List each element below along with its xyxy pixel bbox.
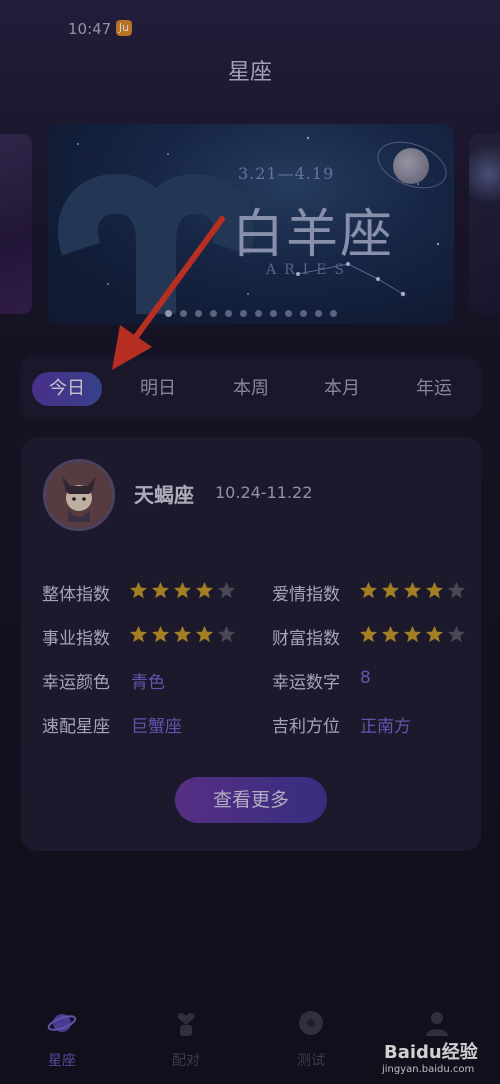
planet-decoration — [393, 148, 429, 184]
star-filled-icon — [151, 625, 170, 643]
sign-name: 天蝎座 — [134, 483, 194, 507]
aries-symbol-icon — [57, 173, 255, 314]
status-time: 10:47 — [68, 20, 112, 38]
pagination-dot[interactable] — [270, 310, 277, 317]
star-filled-icon — [195, 625, 214, 643]
star-filled-icon — [173, 625, 192, 643]
horoscope-card: 天蝎座 10.24-11.22 整体指数 爱情指数 事业指数 财富指数 幸运颜色… — [21, 437, 481, 851]
match-sign-label: 速配星座 — [42, 717, 110, 737]
star-filled-icon — [359, 625, 378, 643]
star-filled-icon — [173, 581, 192, 599]
star-filled-icon — [403, 581, 422, 599]
wealth-rating — [359, 625, 469, 645]
star-empty-icon — [217, 581, 236, 599]
watermark-url: jingyan.baidu.com — [382, 1064, 475, 1075]
heart-hand-icon — [177, 1013, 195, 1036]
pagination-dot[interactable] — [240, 310, 247, 317]
scorpio-avatar-icon — [46, 462, 112, 528]
notification-app-icon: Ju — [116, 20, 132, 36]
banner-sign-english: ARIES — [266, 262, 352, 278]
star-filled-icon — [403, 625, 422, 643]
nav-label-match: 配对 — [172, 1053, 200, 1069]
pagination-dot[interactable] — [165, 310, 172, 317]
pagination-dot[interactable] — [300, 310, 307, 317]
banner-pagination — [48, 302, 454, 321]
love-label: 爱情指数 — [272, 585, 340, 605]
tab-yearly[interactable]: 年运 — [399, 372, 469, 406]
banner-date-range: 3.21—4.19 — [238, 164, 335, 183]
tab-this-week[interactable]: 本周 — [216, 372, 286, 406]
star-filled-icon — [381, 581, 400, 599]
star-filled-icon — [425, 625, 444, 643]
lucky-number-value: 8 — [360, 668, 371, 688]
lucky-direction-value: 正南方 — [360, 717, 411, 737]
app-screen: 10:47 Ju 星座 3.21—4.19 白羊座 ARIES 今日 明日 本周… — [0, 0, 500, 1084]
nav-label-test: 测试 — [297, 1053, 325, 1069]
wealth-label: 财富指数 — [272, 629, 340, 649]
star-filled-icon — [425, 581, 444, 599]
pagination-dot[interactable] — [315, 310, 322, 317]
pagination-dot[interactable] — [210, 310, 217, 317]
banner-sign-name: 白羊座 — [232, 205, 395, 265]
status-indicators — [380, 20, 408, 36]
crystal-ball-icon — [299, 1011, 323, 1035]
pagination-dot[interactable] — [180, 310, 187, 317]
star-filled-icon — [381, 625, 400, 643]
star-filled-icon — [359, 581, 378, 599]
zodiac-banner[interactable]: 3.21—4.19 白羊座 ARIES — [48, 124, 454, 324]
lucky-color-value: 青色 — [131, 673, 165, 693]
watermark-text: Baidu经验 — [384, 1042, 478, 1063]
nav-item-horoscope[interactable]: 星座 — [17, 1008, 107, 1070]
star-filled-icon — [151, 581, 170, 599]
period-tabs: 今日 明日 本周 本月 年运 — [20, 356, 481, 420]
lucky-direction-label: 吉利方位 — [272, 717, 340, 737]
lucky-color-label: 幸运颜色 — [42, 673, 110, 693]
overall-label: 整体指数 — [42, 585, 110, 605]
pagination-dot[interactable] — [330, 310, 337, 317]
star-empty-icon — [447, 625, 466, 643]
love-rating — [359, 581, 469, 601]
star-filled-icon — [195, 581, 214, 599]
pagination-dot[interactable] — [225, 310, 232, 317]
nav-item-test[interactable]: 测试 — [266, 1008, 356, 1070]
baidu-watermark: Baidu经验 jingyan.baidu.com — [362, 1030, 500, 1080]
pagination-dot[interactable] — [285, 310, 292, 317]
nav-item-match[interactable]: 配对 — [141, 1008, 231, 1070]
career-label: 事业指数 — [42, 629, 110, 649]
tab-tomorrow[interactable]: 明日 — [123, 372, 193, 406]
nav-label-horoscope: 星座 — [48, 1053, 76, 1069]
star-filled-icon — [129, 625, 148, 643]
star-filled-icon — [129, 581, 148, 599]
pagination-dot[interactable] — [255, 310, 262, 317]
pagination-dot[interactable] — [195, 310, 202, 317]
banner-next-card[interactable] — [469, 134, 500, 314]
star-empty-icon — [217, 625, 236, 643]
sign-date-range: 10.24-11.22 — [215, 483, 313, 502]
page-title: 星座 — [227, 60, 272, 85]
sign-avatar — [43, 459, 115, 531]
star-empty-icon — [447, 581, 466, 599]
banner-prev-card[interactable] — [0, 134, 32, 314]
overall-rating — [129, 581, 239, 601]
match-sign-value: 巨蟹座 — [131, 717, 182, 737]
tab-today[interactable]: 今日 — [32, 372, 102, 406]
lucky-number-label: 幸运数字 — [272, 673, 340, 693]
tab-this-month[interactable]: 本月 — [307, 372, 377, 406]
career-rating — [129, 625, 239, 645]
view-more-button[interactable]: 查看更多 — [175, 777, 327, 823]
planet-icon — [47, 1014, 77, 1032]
